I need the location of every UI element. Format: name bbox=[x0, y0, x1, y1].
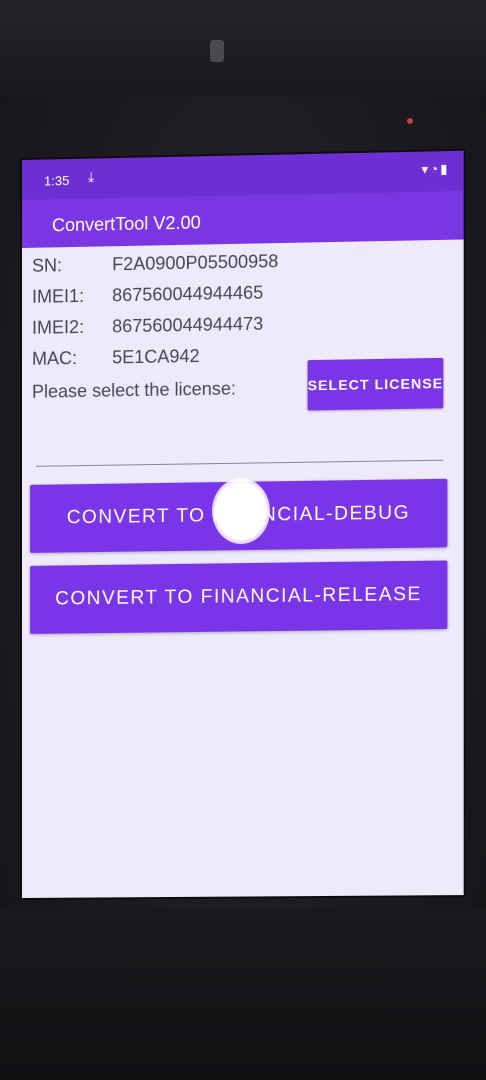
wifi-icon: ▾◔ bbox=[421, 161, 441, 177]
mac-value: 5E1CA942 bbox=[112, 345, 200, 368]
indicator-light bbox=[407, 118, 413, 124]
mac-row: MAC: 5E1CA942 bbox=[32, 346, 200, 375]
license-input[interactable] bbox=[36, 459, 444, 467]
phone-device: 1:35 ⤓ ▾◔▮ ConvertTool V2.00 SN: F2A0900P… bbox=[0, 0, 486, 1080]
imei2-label: IMEI2: bbox=[32, 316, 85, 338]
mac-label: MAC: bbox=[32, 348, 78, 369]
download-icon: ⤓ bbox=[88, 168, 95, 185]
imei1-row: IMEI1: 867560044944465 bbox=[32, 283, 263, 313]
app-title: ConvertTool V2.00 bbox=[52, 212, 201, 236]
camera-flash-glare bbox=[212, 478, 270, 544]
device-top-bezel bbox=[0, 0, 486, 95]
imei2-row: IMEI2: 867560044944473 bbox=[32, 314, 263, 344]
convert-financial-release-button[interactable]: CONVERT TO FINANCIAL-RELEASE bbox=[30, 560, 448, 634]
imei1-label: IMEI1: bbox=[32, 285, 85, 307]
status-icons: ▾◔▮ bbox=[421, 161, 449, 178]
sn-value: F2A0900P05500958 bbox=[112, 251, 279, 275]
select-license-button[interactable]: SELECT LICENSE bbox=[307, 357, 444, 411]
imei2-value: 867560044944473 bbox=[112, 313, 264, 337]
license-prompt: Please select the license: bbox=[32, 378, 236, 402]
status-time: 1:35 bbox=[44, 173, 70, 189]
speaker-grille bbox=[210, 40, 224, 62]
device-bottom-bezel bbox=[0, 910, 486, 1080]
sn-label: SN: bbox=[32, 255, 63, 276]
sn-row: SN: F2A0900P05500958 bbox=[32, 251, 278, 282]
battery-icon: ▮ bbox=[440, 161, 450, 177]
imei1-value: 867560044944465 bbox=[112, 282, 264, 306]
app-bar: ConvertTool V2.00 bbox=[22, 191, 464, 248]
